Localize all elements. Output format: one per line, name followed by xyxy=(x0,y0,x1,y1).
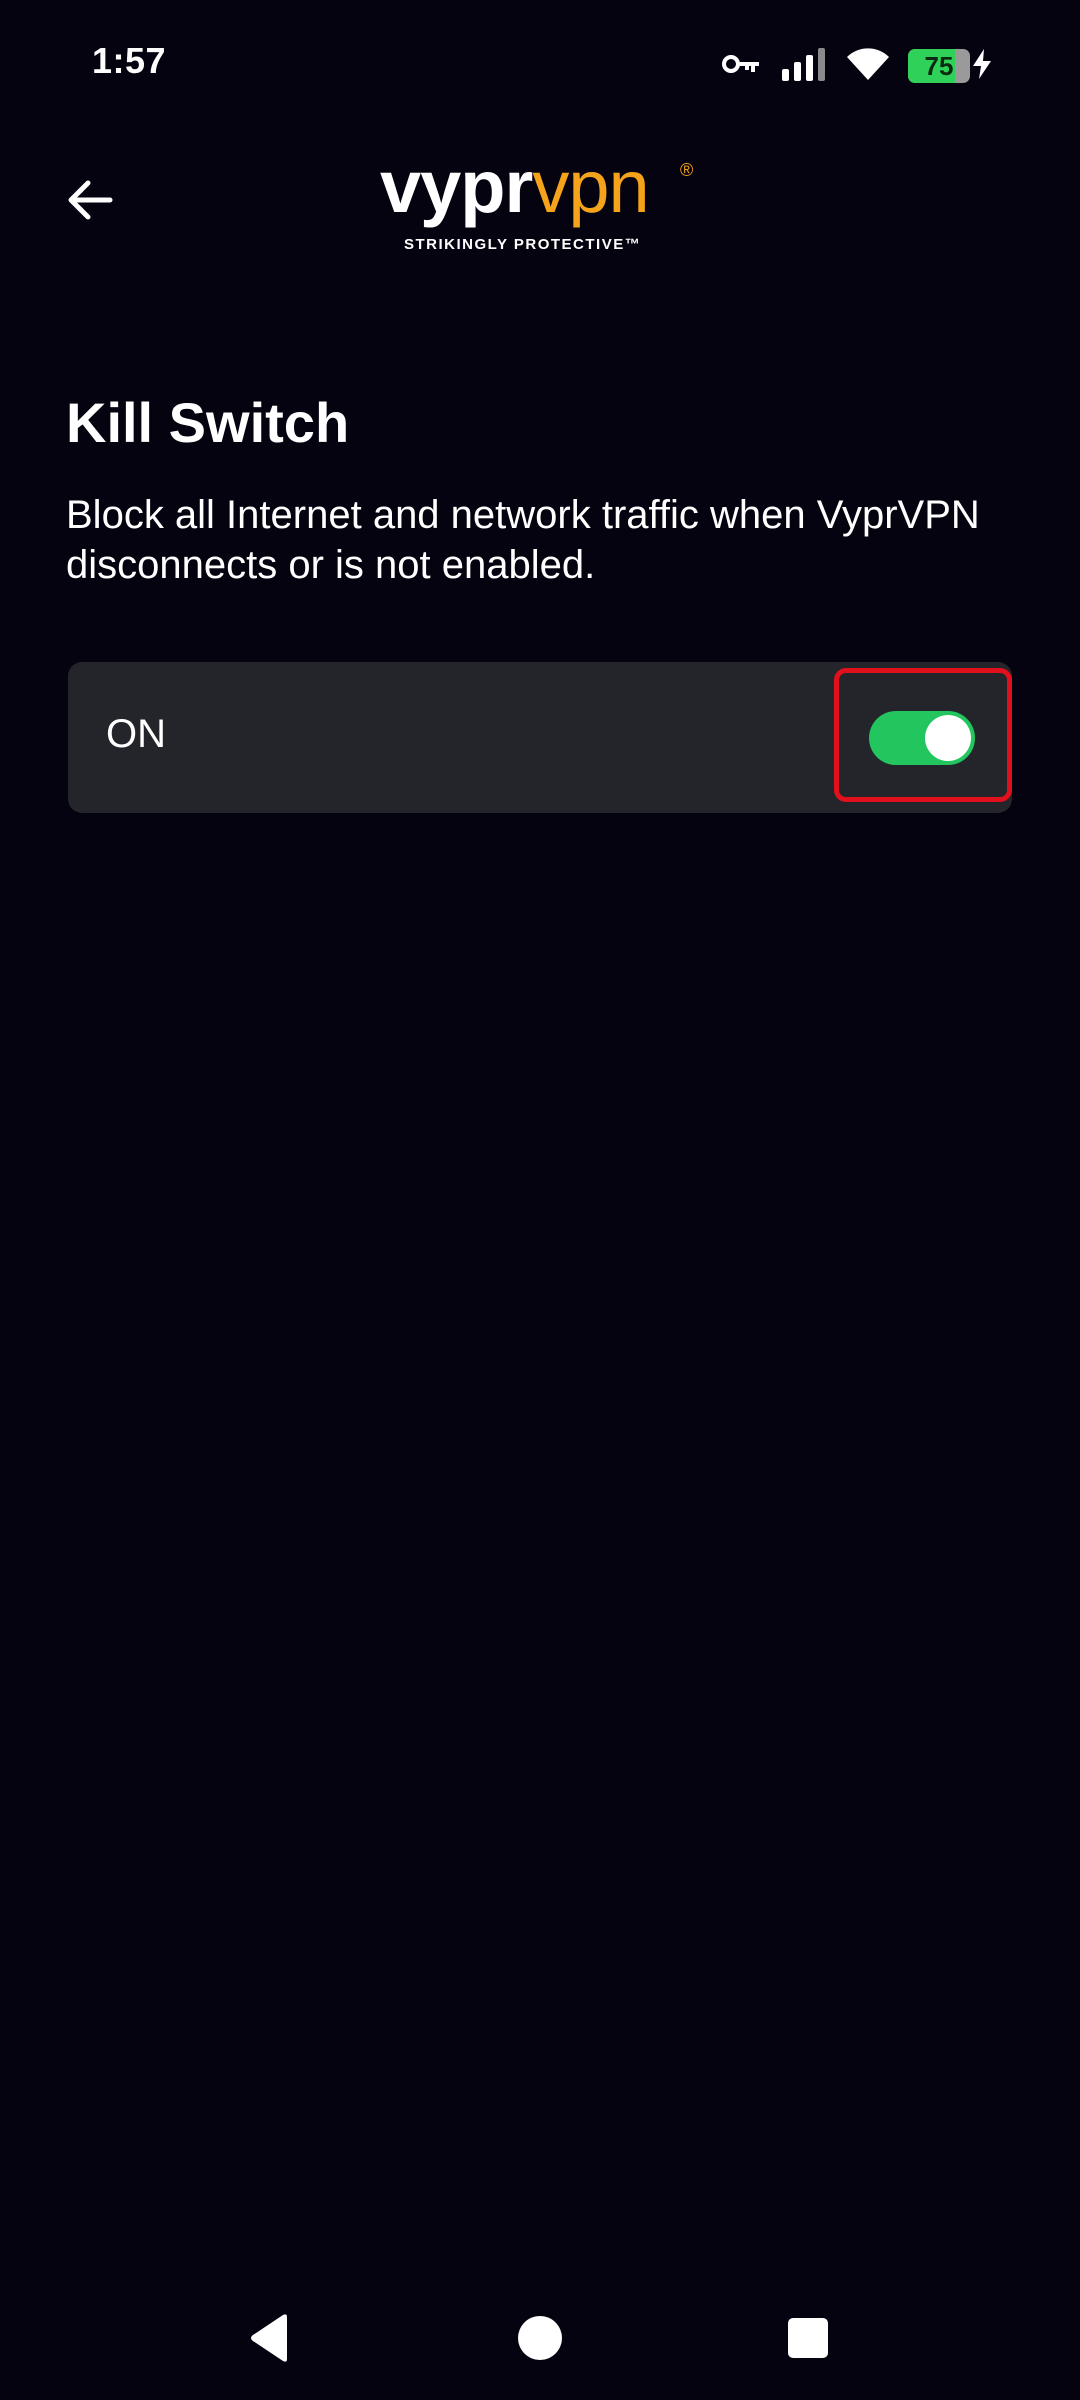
kill-switch-toggle[interactable] xyxy=(869,711,975,765)
nav-back-button[interactable] xyxy=(220,2290,320,2390)
status-icons: 75 xyxy=(722,44,992,88)
vpn-key-icon xyxy=(722,52,762,81)
battery-level: 75 xyxy=(924,50,954,81)
kill-switch-state-label: ON xyxy=(106,712,166,756)
nav-home-button[interactable] xyxy=(490,2290,590,2390)
logo-tagline: STRIKINGLY PROTECTIVE™ xyxy=(404,236,642,253)
battery-body: 75 xyxy=(908,49,970,83)
logo-wordmark: vyprvpn xyxy=(380,142,650,232)
kill-switch-card: ON xyxy=(68,662,1012,813)
logo-part-vypr: vypr xyxy=(380,145,533,228)
app-header: vyprvpn ® STRIKINGLY PROTECTIVE™ xyxy=(0,132,1080,272)
status-bar: 1:57 75 xyxy=(0,0,1080,132)
screen: 1:57 75 vyprvpn ® STRIKINGLY PROTECTIVE™… xyxy=(0,0,1080,2400)
page-description: Block all Internet and network traffic w… xyxy=(66,493,980,587)
page-title: Kill Switch xyxy=(66,391,350,454)
charging-bolt-icon xyxy=(972,48,992,84)
back-triangle-icon xyxy=(247,2313,293,2368)
recents-square-icon xyxy=(787,2317,829,2364)
system-nav-bar xyxy=(0,2280,1080,2400)
toggle-knob xyxy=(925,715,971,761)
wifi-icon xyxy=(846,47,890,86)
arrow-left-icon xyxy=(66,178,114,227)
home-circle-icon xyxy=(517,2315,563,2366)
signal-icon xyxy=(780,47,828,86)
logo-part-vpn: vpn xyxy=(532,145,649,228)
status-time: 1:57 xyxy=(92,40,167,81)
vyprvpn-logo: vyprvpn ® STRIKINGLY PROTECTIVE™ xyxy=(380,142,700,260)
battery-icon: 75 xyxy=(908,48,992,84)
logo-registered-mark: ® xyxy=(680,160,694,180)
back-button[interactable] xyxy=(50,162,130,242)
nav-recents-button[interactable] xyxy=(758,2290,858,2390)
